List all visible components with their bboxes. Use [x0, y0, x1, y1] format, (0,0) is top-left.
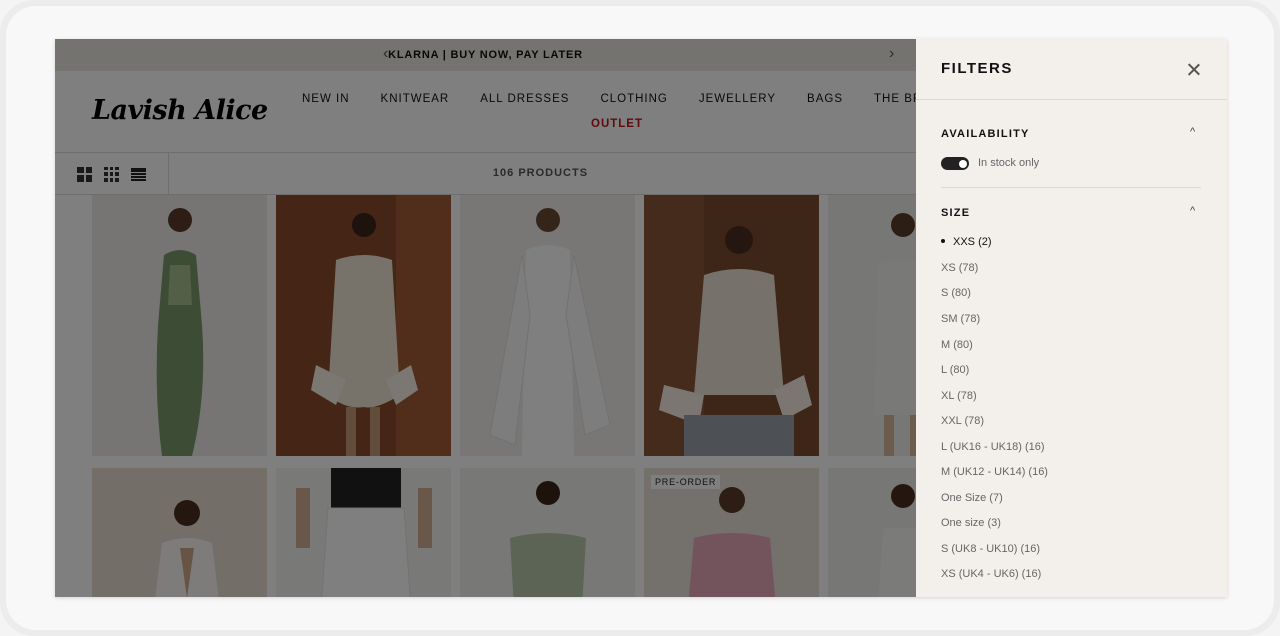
size-option[interactable]: M (UK12 - UK14) (16) [941, 466, 1048, 478]
size-option[interactable]: XS (UK4 - UK6) (16) [941, 568, 1041, 580]
size-option[interactable]: SM (78) [941, 313, 980, 325]
filters-header: FILTERS [916, 39, 1227, 100]
close-icon[interactable] [1185, 61, 1203, 79]
size-option[interactable]: S (80) [941, 287, 971, 299]
filters-title: FILTERS [941, 60, 1013, 77]
store-page: ‹ KLARNA | BUY NOW, PAY LATER › Lavish A… [55, 39, 916, 597]
size-title[interactable]: SIZE [941, 207, 970, 219]
size-option[interactable]: L (UK16 - UK18) (16) [941, 441, 1045, 453]
filters-panel: FILTERS AVAILABILITY ^ In stock only SIZ… [916, 39, 1227, 597]
chevron-up-icon[interactable]: ^ [1190, 205, 1195, 217]
size-option[interactable]: XXS (2) [941, 236, 992, 248]
size-option[interactable]: One size (3) [941, 517, 1001, 529]
availability-title[interactable]: AVAILABILITY [941, 128, 1030, 140]
section-divider [941, 187, 1201, 188]
in-stock-label[interactable]: In stock only [978, 157, 1039, 169]
modal-overlay[interactable] [55, 39, 916, 597]
chevron-up-icon[interactable]: ^ [1190, 126, 1195, 138]
size-option[interactable]: XL (78) [941, 390, 977, 402]
size-option[interactable]: L (80) [941, 364, 969, 376]
in-stock-toggle[interactable] [941, 157, 969, 170]
size-option[interactable]: XXL (78) [941, 415, 984, 427]
size-option[interactable]: XS (78) [941, 262, 978, 274]
size-option[interactable]: M (80) [941, 339, 973, 351]
size-option[interactable]: One Size (7) [941, 492, 1003, 504]
browser-viewport: ‹ KLARNA | BUY NOW, PAY LATER › Lavish A… [55, 39, 1227, 597]
size-option[interactable]: S (UK8 - UK10) (16) [941, 543, 1040, 555]
